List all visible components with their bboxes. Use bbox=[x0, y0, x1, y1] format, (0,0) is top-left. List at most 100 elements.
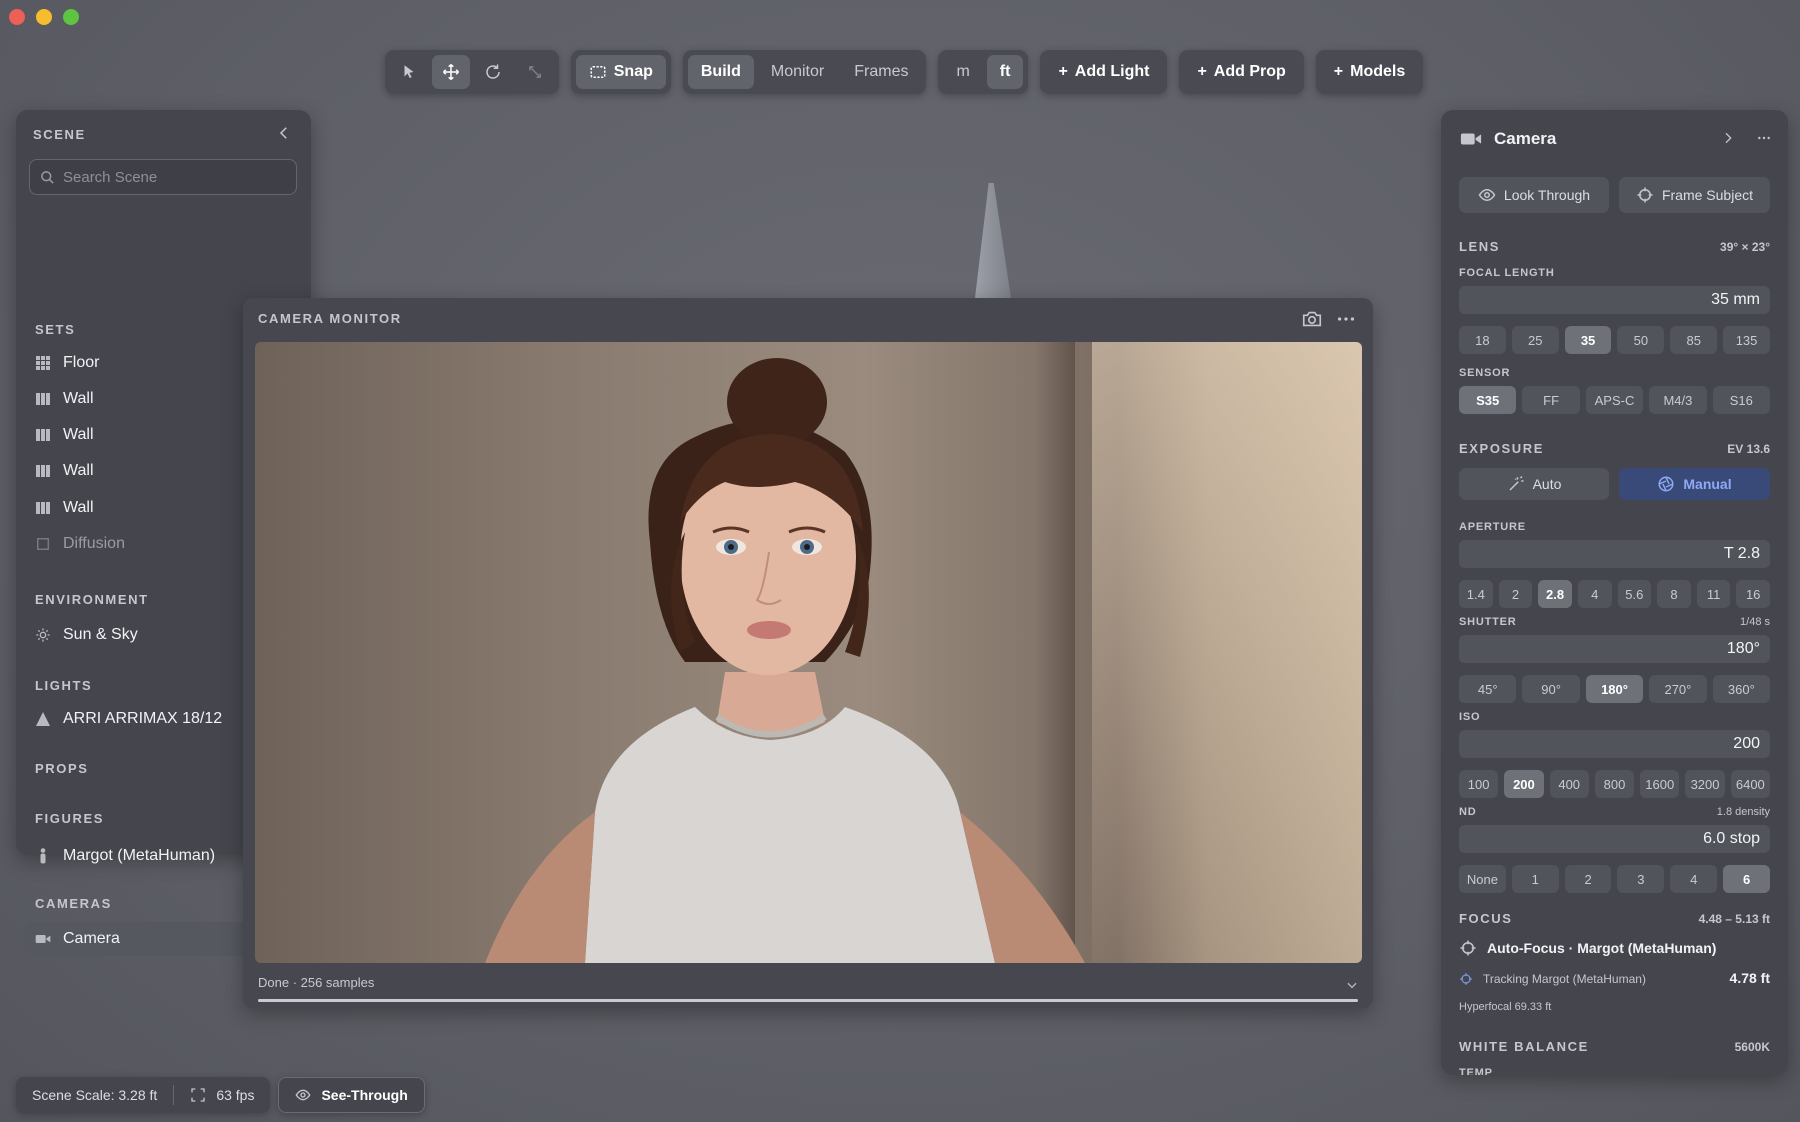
wall-icon bbox=[35, 427, 51, 443]
video-camera-icon bbox=[1460, 133, 1482, 145]
shutter-preset-chip[interactable]: 360° bbox=[1712, 675, 1771, 703]
aperture-presets: 1.4 2 2.8 4 5.6 8 11 16 bbox=[1459, 580, 1770, 608]
aperture-preset-chip[interactable]: 1.4 bbox=[1459, 580, 1493, 608]
set-label: Wall bbox=[63, 499, 94, 516]
aperture-preset-chip[interactable]: 2 bbox=[1498, 580, 1533, 608]
chevron-left-icon[interactable] bbox=[275, 124, 293, 142]
snap-button[interactable]: Snap bbox=[575, 55, 666, 89]
focal-length-field[interactable]: 35 mm bbox=[1459, 286, 1770, 314]
close-window-button[interactable] bbox=[9, 9, 25, 25]
nd-preset-chip[interactable]: 6 bbox=[1723, 865, 1770, 893]
manual-exposure-button[interactable]: Manual bbox=[1619, 468, 1770, 500]
tab-frames[interactable]: Frames bbox=[841, 55, 921, 89]
shutter-preset-chip[interactable]: 180° bbox=[1585, 675, 1644, 703]
focal-preset-chip[interactable]: 35 bbox=[1564, 326, 1612, 354]
camera-monitor-title: CAMERA MONITOR bbox=[258, 311, 402, 326]
focal-preset-chip[interactable]: 25 bbox=[1511, 326, 1559, 354]
sensor-preset-chip[interactable]: APS-C bbox=[1585, 386, 1644, 414]
see-through-label: See-Through bbox=[321, 1087, 408, 1103]
shutter-preset-chip[interactable]: 45° bbox=[1459, 675, 1517, 703]
focal-preset-chip[interactable]: 18 bbox=[1459, 326, 1506, 354]
iso-preset-chip[interactable]: 3200 bbox=[1685, 770, 1725, 798]
sensor-preset-chip[interactable]: S35 bbox=[1459, 386, 1517, 414]
tab-build[interactable]: Build bbox=[687, 55, 754, 89]
frame-subject-button[interactable]: Frame Subject bbox=[1619, 177, 1770, 213]
models-button[interactable]: + Models bbox=[1321, 55, 1418, 89]
unit-meters-button[interactable]: m bbox=[943, 55, 982, 89]
camera-panel-title: Camera bbox=[1494, 129, 1557, 148]
search-input[interactable] bbox=[63, 168, 283, 186]
shutter-preset-chip[interactable]: 270° bbox=[1649, 675, 1707, 703]
iso-preset-chip[interactable]: 100 bbox=[1459, 770, 1499, 798]
render-progress-fill bbox=[258, 999, 1358, 1002]
auto-exposure-button[interactable]: Auto bbox=[1459, 468, 1609, 500]
nd-preset-chip[interactable]: 1 bbox=[1511, 865, 1559, 893]
nd-field[interactable]: 6.0 stop bbox=[1459, 825, 1770, 853]
plus-icon: + bbox=[1197, 63, 1207, 80]
add-light-label: Add Light bbox=[1074, 63, 1150, 80]
wall-icon bbox=[35, 500, 51, 516]
tab-monitor[interactable]: Monitor bbox=[758, 55, 837, 89]
square-icon bbox=[35, 536, 51, 552]
iso-field[interactable]: 200 bbox=[1459, 730, 1770, 758]
nd-density: 1.8 density bbox=[1716, 806, 1770, 818]
rotate-tool-button[interactable] bbox=[474, 55, 512, 89]
autofocus-row[interactable]: Auto-Focus · Margot (MetaHuman) bbox=[1459, 939, 1716, 957]
auto-exposure-label: Auto bbox=[1532, 476, 1562, 492]
render-status: Done · 256 samples bbox=[258, 975, 375, 990]
add-prop-button[interactable]: + Add Prop bbox=[1184, 55, 1298, 89]
zoom-window-button[interactable] bbox=[63, 9, 79, 25]
light-label: ARRI ARRIMAX 18/12 bbox=[63, 710, 223, 727]
aperture-preset-chip[interactable]: 8 bbox=[1657, 580, 1691, 608]
iso-preset-chip[interactable]: 800 bbox=[1594, 770, 1635, 798]
camera-monitor-panel: CAMERA MONITOR Done · 256 samples bbox=[243, 298, 1373, 1008]
sensor-preset-chip[interactable]: S16 bbox=[1712, 386, 1771, 414]
camera-viewport[interactable] bbox=[255, 342, 1362, 963]
iso-label: ISO bbox=[1459, 711, 1481, 723]
focal-preset-chip[interactable]: 85 bbox=[1670, 326, 1718, 354]
more-options-icon[interactable] bbox=[1754, 130, 1774, 146]
tracking-row: Tracking Margot (MetaHuman) bbox=[1459, 972, 1646, 986]
focal-preset-chip[interactable]: 50 bbox=[1617, 326, 1665, 354]
chevron-right-icon[interactable] bbox=[1720, 130, 1736, 146]
minimize-window-button[interactable] bbox=[36, 9, 52, 25]
focal-length-presets: 18 25 35 50 85 135 bbox=[1459, 326, 1770, 354]
shutter-preset-chip[interactable]: 90° bbox=[1522, 675, 1580, 703]
snapshot-camera-icon[interactable] bbox=[1301, 308, 1323, 330]
nd-preset-chip[interactable]: 4 bbox=[1670, 865, 1718, 893]
exposure-ev: EV 13.6 bbox=[1727, 442, 1770, 456]
aperture-preset-chip[interactable]: 2.8 bbox=[1538, 580, 1572, 608]
iso-preset-chip[interactable]: 200 bbox=[1504, 770, 1544, 798]
unit-feet-button[interactable]: ft bbox=[986, 55, 1024, 89]
aperture-preset-chip[interactable]: 5.6 bbox=[1617, 580, 1652, 608]
iso-preset-chip[interactable]: 400 bbox=[1549, 770, 1589, 798]
nd-preset-chip[interactable]: 3 bbox=[1617, 865, 1665, 893]
aperture-field[interactable]: T 2.8 bbox=[1459, 540, 1770, 568]
snap-group: Snap bbox=[570, 50, 671, 94]
sensor-preset-chip[interactable]: M4/3 bbox=[1649, 386, 1707, 414]
scene-search bbox=[29, 159, 297, 195]
see-through-button[interactable]: See-Through bbox=[278, 1077, 425, 1113]
move-tool-button[interactable] bbox=[431, 55, 470, 89]
iso-preset-chip[interactable]: 1600 bbox=[1640, 770, 1680, 798]
select-tool-button[interactable] bbox=[390, 55, 428, 89]
person-icon bbox=[35, 848, 51, 864]
aperture-preset-chip[interactable]: 16 bbox=[1736, 580, 1770, 608]
iso-preset-chip[interactable]: 6400 bbox=[1730, 770, 1770, 798]
focal-preset-chip[interactable]: 135 bbox=[1723, 326, 1770, 354]
nd-preset-chip[interactable]: None bbox=[1459, 865, 1506, 893]
camera-panel-header: Camera bbox=[1460, 129, 1556, 149]
scene-stats: Scene Scale: 3.28 ft 63 fps bbox=[16, 1077, 271, 1113]
sensor-preset-chip[interactable]: FF bbox=[1522, 386, 1580, 414]
aperture-preset-chip[interactable]: 11 bbox=[1696, 580, 1731, 608]
fullscreen-icon[interactable] bbox=[190, 1087, 206, 1103]
fps-counter: 63 fps bbox=[216, 1087, 255, 1103]
aperture-preset-chip[interactable]: 4 bbox=[1577, 580, 1612, 608]
add-light-button[interactable]: + Add Light bbox=[1045, 55, 1162, 89]
more-options-icon[interactable] bbox=[1335, 308, 1357, 330]
chevron-down-icon[interactable] bbox=[1345, 978, 1359, 992]
look-through-button[interactable]: Look Through bbox=[1459, 177, 1609, 213]
shutter-field[interactable]: 180° bbox=[1459, 635, 1770, 663]
nd-preset-chip[interactable]: 2 bbox=[1564, 865, 1612, 893]
scale-tool-button[interactable] bbox=[516, 55, 554, 89]
